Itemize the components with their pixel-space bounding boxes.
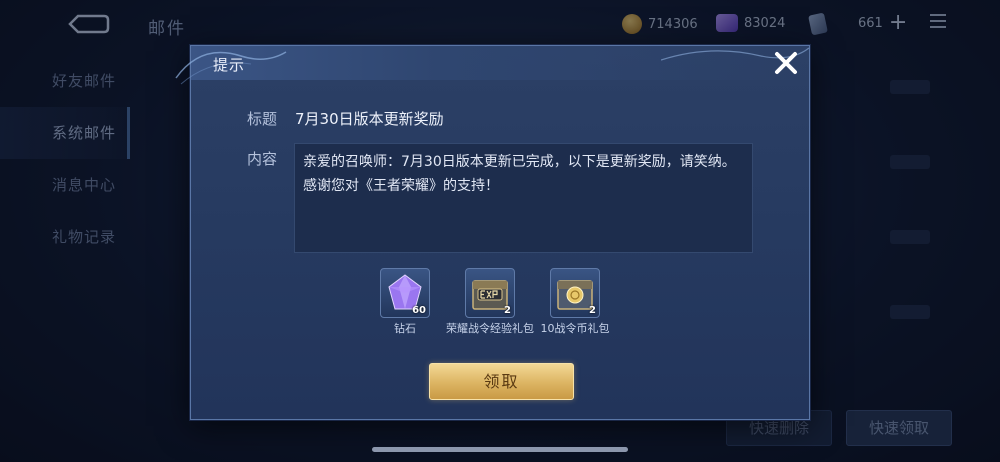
content-label: 内容 bbox=[247, 150, 278, 168]
reward-slot: 60 bbox=[380, 268, 430, 318]
reward-qty: 60 bbox=[412, 305, 426, 316]
reward-qty: 2 bbox=[589, 305, 596, 316]
dialog-title: 提示 bbox=[213, 56, 246, 74]
home-indicator[interactable] bbox=[372, 447, 628, 452]
subject-value: 7月30日版本更新奖励 bbox=[295, 110, 444, 128]
mail-dialog: 提示 标题 7月30日版本更新奖励 内容 亲爱的召唤师：7月30日版本更新已完成… bbox=[175, 45, 810, 420]
reward-name: 荣耀战令经验礼包 bbox=[446, 322, 534, 335]
claim-button[interactable]: 领取 bbox=[429, 363, 574, 400]
reward-slot: 2 bbox=[550, 268, 600, 318]
reward-item[interactable]: 60 钻石 bbox=[360, 268, 450, 336]
subject-label: 标题 bbox=[247, 110, 278, 128]
reward-name: 钻石 bbox=[394, 322, 416, 335]
mail-content: 亲爱的召唤师：7月30日版本更新已完成，以下是更新奖励，请笑纳。感谢您对《王者荣… bbox=[294, 143, 753, 253]
reward-item[interactable]: 2 10战令币礼包 bbox=[530, 268, 620, 336]
reward-slot: 2 bbox=[465, 268, 515, 318]
reward-list: 60 钻石 2 荣耀战令经验礼包 2 10战令币礼包 bbox=[380, 268, 641, 358]
reward-qty: 2 bbox=[504, 305, 511, 316]
reward-item[interactable]: 2 荣耀战令经验礼包 bbox=[445, 268, 535, 336]
close-icon[interactable] bbox=[771, 48, 801, 78]
reward-name: 10战令币礼包 bbox=[540, 322, 610, 335]
